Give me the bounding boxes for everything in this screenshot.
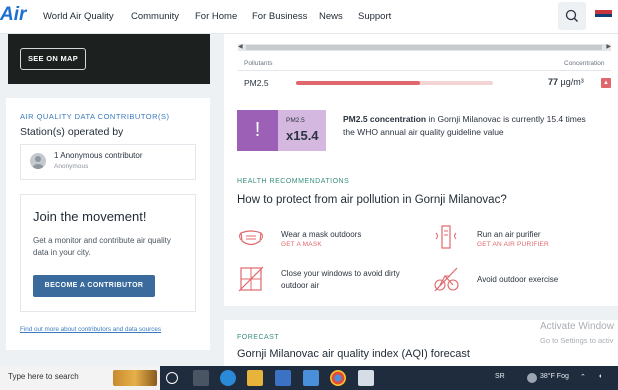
taskbar-search-placeholder: Type here to search xyxy=(8,372,79,381)
concentration-bar xyxy=(296,81,493,85)
join-text: Get a monitor and contribute air quality… xyxy=(33,236,171,257)
language-flag-icon[interactable] xyxy=(595,10,612,21)
tray-chevron-icon[interactable]: ⌃ xyxy=(580,373,586,381)
pm-ratio-label: PM2.5 xyxy=(286,117,305,124)
contributors-section-label: AIR QUALITY DATA CONTRIBUTOR(S) xyxy=(20,112,170,121)
widgets-icon[interactable] xyxy=(193,370,209,386)
search-highlight-image xyxy=(113,370,157,386)
avatar-icon xyxy=(30,153,46,169)
pollutants-header: Pollutants xyxy=(244,60,273,67)
contributors-card: AIR QUALITY DATA CONTRIBUTOR(S) Station(… xyxy=(6,98,210,350)
activate-windows-watermark: Activate Window xyxy=(540,321,614,332)
search-icon xyxy=(565,9,578,22)
pm-ratio-card: ! PM2.5 x15.4 xyxy=(237,110,326,151)
rec-purifier-title: Run an air purifier xyxy=(477,230,541,239)
pollutant-value: 77 µg/m³ xyxy=(548,77,584,87)
contributor-item[interactable]: 1 Anonymous contributor Anonymous xyxy=(20,144,196,180)
health-title: How to protect from air pollution in Gor… xyxy=(237,194,507,206)
rec-mask-title: Wear a mask outdoors xyxy=(281,230,362,239)
weather-text[interactable]: 38°F Fog xyxy=(540,373,569,380)
speaker-icon[interactable]: ◖ xyxy=(598,373,602,380)
taskbar: Type here to search SR 38°F Fog ⌃ ◖ xyxy=(0,366,618,390)
file-explorer-icon[interactable] xyxy=(247,370,263,386)
nav-for-business[interactable]: For Business xyxy=(252,11,307,22)
top-nav: Air World Air Quality Community For Home… xyxy=(0,0,618,34)
find-out-more-link[interactable]: Find out more about contributors and dat… xyxy=(20,326,161,333)
nav-world-air-quality[interactable]: World Air Quality xyxy=(43,11,114,22)
pollutants-card: ◀ ▶ Pollutants Concentration PM2.5 77 µg… xyxy=(224,34,618,306)
join-movement-box: Join the movement! Get a monitor and con… xyxy=(20,194,196,312)
rec-window-title: Close your windows to avoid dirty outdoo… xyxy=(281,269,400,290)
health-section-label: HEALTH RECOMMENDATIONS xyxy=(237,178,350,185)
get-purifier-link[interactable]: GET AN AIR PURIFIER xyxy=(477,241,549,248)
get-mask-link[interactable]: GET A MASK xyxy=(281,241,322,248)
become-contributor-button[interactable]: BECOME A CONTRIBUTOR xyxy=(33,275,155,297)
no-exercise-icon xyxy=(434,267,459,292)
forecast-title: Gornji Milanovac air quality index (AQI)… xyxy=(237,348,470,360)
pm-ratio-value: x15.4 xyxy=(286,128,319,143)
see-on-map-button[interactable]: SEE ON MAP xyxy=(20,48,86,70)
station-title: Station(s) operated by xyxy=(20,126,124,138)
contributor-name: 1 Anonymous contributor xyxy=(54,151,143,160)
divider xyxy=(238,70,611,71)
store-icon[interactable] xyxy=(275,370,291,386)
nav-community[interactable]: Community xyxy=(131,11,179,22)
mail-icon[interactable] xyxy=(303,370,319,386)
pm-description-bold: PM2.5 concentration xyxy=(343,114,427,124)
warning-icon: ! xyxy=(237,110,278,151)
concentration-header: Concentration xyxy=(564,60,605,67)
weather-icon xyxy=(527,373,537,383)
pollutant-value-number: 77 xyxy=(548,77,559,87)
scroll-left-icon[interactable]: ◀ xyxy=(238,44,243,51)
pm-description: PM2.5 concentration in Gornji Milanovac … xyxy=(343,113,588,139)
chrome-icon[interactable] xyxy=(330,370,346,386)
nav-support[interactable]: Support xyxy=(358,11,391,22)
expand-up-icon[interactable]: ▲ xyxy=(601,78,611,88)
pollutant-unit: µg/m³ xyxy=(560,77,584,87)
scroll-right-icon[interactable]: ▶ xyxy=(606,44,611,51)
horizontal-scrollbar[interactable]: ◀ ▶ xyxy=(238,44,611,51)
forecast-label: FORECAST xyxy=(237,334,280,341)
map-panel: SEE ON MAP xyxy=(8,34,210,84)
nav-for-home[interactable]: For Home xyxy=(195,11,237,22)
pollutant-name: PM2.5 xyxy=(244,78,269,88)
search-button[interactable] xyxy=(558,2,586,30)
edge-icon[interactable] xyxy=(220,370,236,386)
contributor-sub: Anonymous xyxy=(54,163,89,170)
scrollbar-thumb[interactable] xyxy=(246,45,602,50)
air-purifier-icon xyxy=(435,225,457,249)
rec-exercise-title: Avoid outdoor exercise xyxy=(477,275,559,284)
window-closed-icon xyxy=(238,266,264,292)
activate-windows-sub: Go to Settings to activ xyxy=(540,336,614,345)
app-icon[interactable] xyxy=(358,370,374,386)
logo[interactable]: Air xyxy=(0,4,26,26)
task-view-icon[interactable] xyxy=(166,372,178,384)
language-indicator[interactable]: SR xyxy=(495,373,505,380)
concentration-bar-fill xyxy=(296,81,421,85)
mask-icon xyxy=(239,230,263,246)
join-title: Join the movement! xyxy=(33,209,147,224)
pm-ratio-panel: PM2.5 x15.4 xyxy=(278,110,326,151)
nav-news[interactable]: News xyxy=(319,11,343,22)
